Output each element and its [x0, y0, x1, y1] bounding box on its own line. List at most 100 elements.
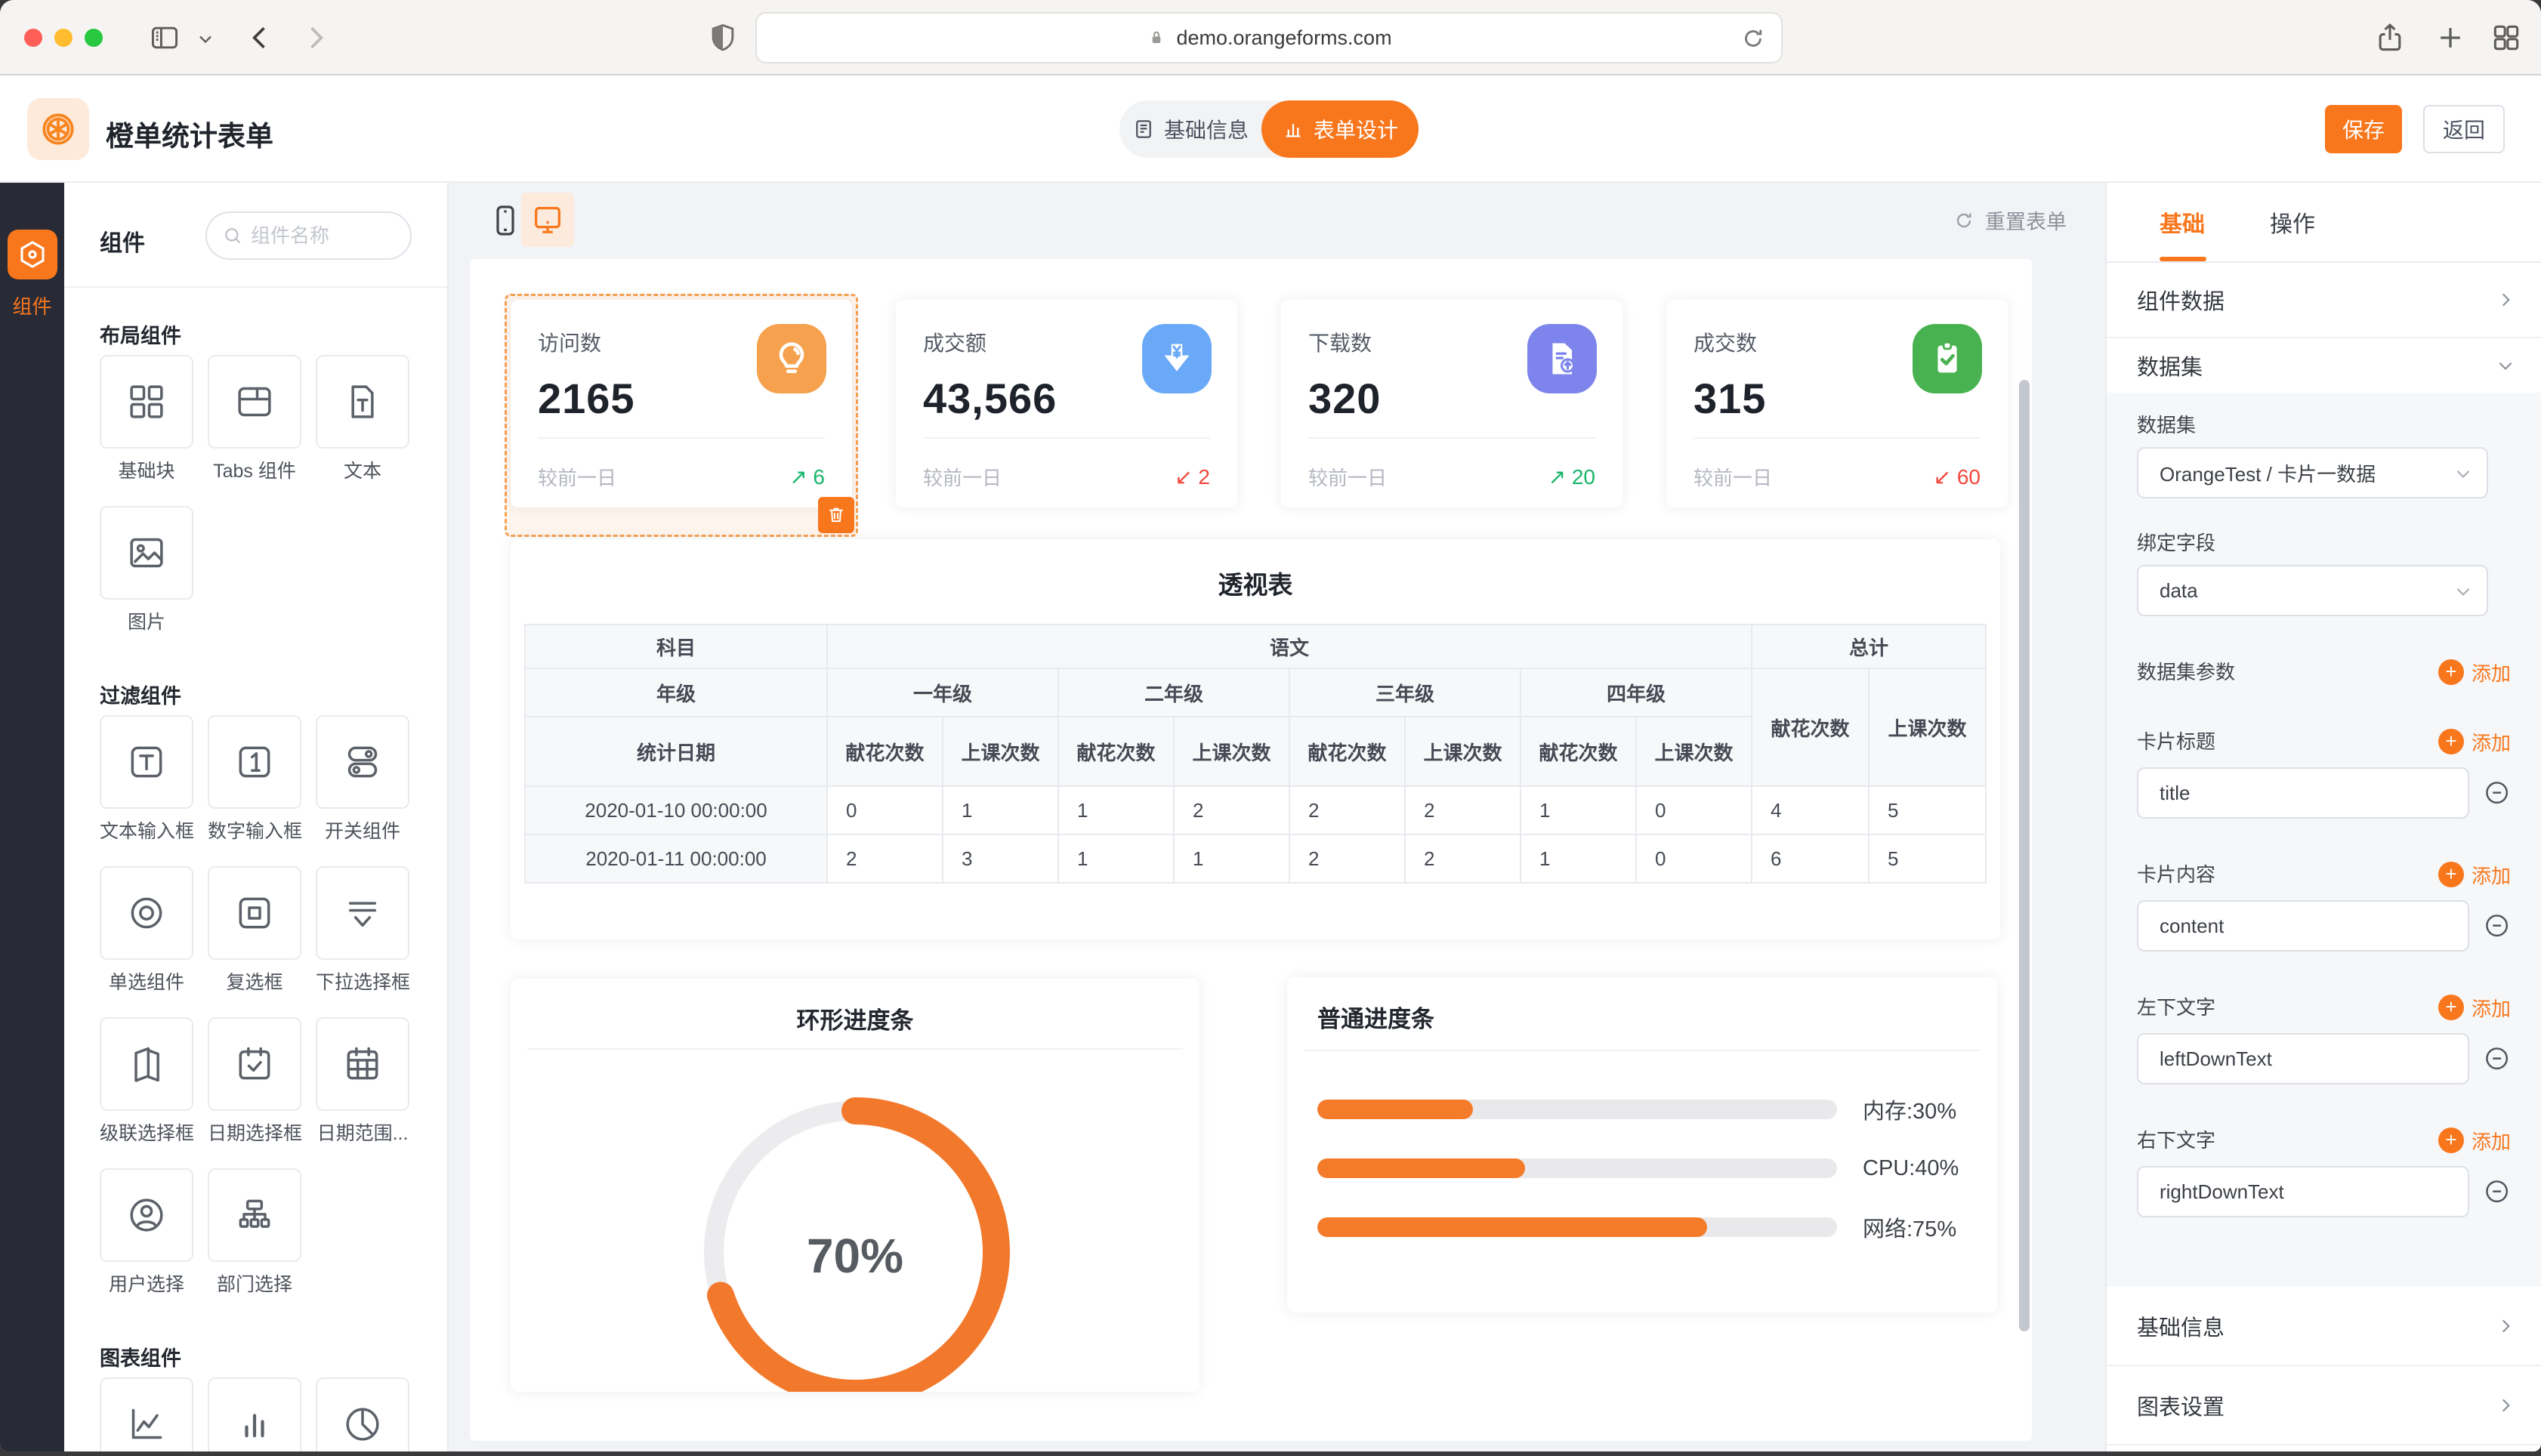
field-group-input-row — [2137, 1166, 2511, 1217]
back-icon[interactable] — [243, 21, 276, 54]
component-item: 单选组件 — [100, 866, 193, 993]
component-card-数字输入框[interactable] — [208, 715, 301, 809]
stat-card-成交额[interactable]: 成交额 43,566 较前一日 ↙ 2 — [896, 300, 1237, 507]
progress-bars-widget[interactable]: 普通进度条 内存:30% CPU:40% 网络:75% — [1287, 977, 1997, 1313]
row-dataset[interactable]: 数据集 — [2107, 338, 2541, 393]
component-card-文本输入框[interactable] — [100, 715, 193, 809]
tab-basic-info[interactable]: 基础信息 — [1119, 100, 1261, 158]
traffic-light-minimize[interactable] — [54, 29, 73, 47]
component-card-下拉选择框[interactable] — [316, 866, 409, 960]
select-绑定字段[interactable] — [2137, 565, 2488, 616]
forward-icon[interactable] — [299, 21, 332, 54]
tab-form-design[interactable]: 表单设计 — [1261, 100, 1419, 158]
row-chart-settings[interactable]: 图表设置 — [2107, 1366, 2541, 1445]
browser-window: demo.orangeforms.com 橙单统计表单 基础信息 — [0, 0, 2541, 1451]
component-label: 部门选择 — [208, 1269, 301, 1295]
remove-field-button[interactable] — [2483, 1044, 2511, 1074]
reset-form-button[interactable]: 重置表单 — [1952, 205, 2067, 235]
component-card-日期选择框[interactable] — [208, 1017, 301, 1111]
sidebar-toggle-icon[interactable] — [148, 21, 181, 54]
add-button[interactable]: +添加 — [2438, 659, 2511, 686]
chevron-down-icon[interactable] — [195, 29, 216, 50]
app-header: 橙单统计表单 基础信息 表单设计 保存 返回 — [0, 76, 2541, 183]
stat-card-下载数[interactable]: 下载数 320 较前一日 ↗ 20 — [1281, 300, 1622, 507]
component-card-复选框[interactable] — [208, 866, 301, 960]
rail-item-components[interactable] — [8, 230, 57, 279]
traffic-light-close[interactable] — [24, 29, 42, 47]
search-input[interactable] — [251, 224, 387, 248]
component-card-基础块[interactable] — [100, 355, 193, 449]
user-icon — [125, 1194, 168, 1236]
component-card-用户选择[interactable] — [100, 1168, 193, 1262]
divider — [1308, 437, 1595, 439]
field-input-rightDownText[interactable] — [2137, 1166, 2469, 1217]
add-button[interactable]: +添加 — [2438, 728, 2511, 756]
reload-icon[interactable] — [1739, 24, 1768, 53]
form-canvas[interactable]: 访问数 2165 较前一日 ↗ 6 成交额 43,566 较前一日 ↙ 2 下载… — [470, 259, 2032, 1441]
privacy-shield-icon[interactable] — [706, 21, 739, 54]
share-icon[interactable] — [2373, 21, 2407, 54]
component-item: 日期选择框 — [208, 1017, 301, 1144]
component-card-Tabs 组件[interactable] — [208, 355, 301, 449]
radio-icon — [125, 892, 168, 934]
add-button[interactable]: +添加 — [2438, 861, 2511, 889]
file-upload-icon — [1527, 324, 1597, 393]
field-input-leftDownText[interactable] — [2137, 1033, 2469, 1084]
desktop-preview-icon[interactable] — [521, 193, 574, 247]
component-search[interactable] — [205, 211, 412, 260]
plus-circle-icon: + — [2438, 729, 2464, 754]
pivot-table-widget[interactable]: 透视表 科目语文总计年级一年级二年级三年级四年级献花次数上课次数统计日期献花次数… — [511, 539, 2000, 939]
component-card-单选组件[interactable] — [100, 866, 193, 960]
traffic-light-zoom[interactable] — [85, 29, 103, 47]
field-label: 数据集 — [2137, 414, 2511, 436]
component-card-开关组件[interactable] — [316, 715, 409, 809]
table-row: 2020-01-11 00:00:002311221065 — [525, 834, 1986, 883]
component-card-日期范围...[interactable] — [316, 1017, 409, 1111]
canvas-scrollbar[interactable] — [2019, 380, 2030, 1331]
component-item: 下拉选择框 — [316, 866, 409, 993]
field-input-title[interactable] — [2137, 767, 2469, 819]
row-basic-info[interactable]: 基础信息 — [2107, 1287, 2541, 1366]
component-card-级联选择框[interactable] — [100, 1017, 193, 1111]
field-input-content[interactable] — [2137, 900, 2469, 952]
component-card-部门选择[interactable] — [208, 1168, 301, 1262]
tab-overview-icon[interactable] — [2490, 21, 2523, 54]
progress-bar-row: CPU:40% — [1317, 1139, 1970, 1198]
component-card-文本[interactable] — [316, 355, 409, 449]
back-button[interactable]: 返回 — [2423, 105, 2505, 153]
field-group-header: 左下文字+添加 — [2137, 994, 2511, 1021]
select-value[interactable] — [2137, 565, 2488, 616]
stat-card-成交数[interactable]: 成交数 315 较前一日 ↙ 60 — [1666, 300, 2008, 507]
select-value[interactable] — [2137, 447, 2488, 498]
component-label: Tabs 组件 — [208, 456, 301, 482]
add-button[interactable]: +添加 — [2438, 994, 2511, 1022]
new-tab-icon[interactable] — [2434, 21, 2467, 54]
url-bar[interactable]: demo.orangeforms.com — [755, 12, 1783, 63]
add-button[interactable]: +添加 — [2438, 1127, 2511, 1155]
bar-chart-icon — [233, 1403, 276, 1445]
delete-widget-button[interactable] — [818, 497, 854, 533]
save-button[interactable]: 保存 — [2325, 105, 2402, 153]
component-card-bar-chart-icon[interactable] — [208, 1377, 301, 1451]
row-component-data[interactable]: 组件数据 — [2107, 263, 2541, 338]
tab-basic[interactable]: 基础 — [2160, 205, 2205, 239]
field-group-input-row — [2137, 767, 2511, 819]
component-card-图片[interactable] — [100, 506, 193, 600]
component-card-pie-chart-icon[interactable] — [316, 1377, 409, 1451]
progress-fill — [1317, 1217, 1707, 1237]
ring-progress-widget[interactable]: 环形进度条 70% — [511, 979, 1199, 1392]
component-card-line-chart-icon[interactable] — [100, 1377, 193, 1451]
select-数据集[interactable] — [2137, 447, 2488, 498]
selected-widget-wrapper[interactable]: 访问数 2165 较前一日 ↗ 6 — [505, 294, 858, 537]
dataset-params-row: 数据集参数+添加 — [2137, 659, 2511, 686]
remove-field-button[interactable] — [2483, 778, 2511, 808]
phone-preview-icon[interactable] — [487, 202, 523, 239]
remove-field-button[interactable] — [2483, 911, 2511, 941]
trend-down-indicator: ↙ 60 — [1934, 464, 1981, 489]
component-item: 开关组件 — [316, 715, 409, 842]
stat-card-访问数[interactable]: 访问数 2165 较前一日 ↗ 6 — [511, 300, 852, 507]
field-group-input-row — [2137, 1033, 2511, 1084]
field-label: 卡片标题 — [2137, 730, 2215, 753]
tab-actions[interactable]: 操作 — [2270, 205, 2315, 239]
remove-field-button[interactable] — [2483, 1177, 2511, 1207]
